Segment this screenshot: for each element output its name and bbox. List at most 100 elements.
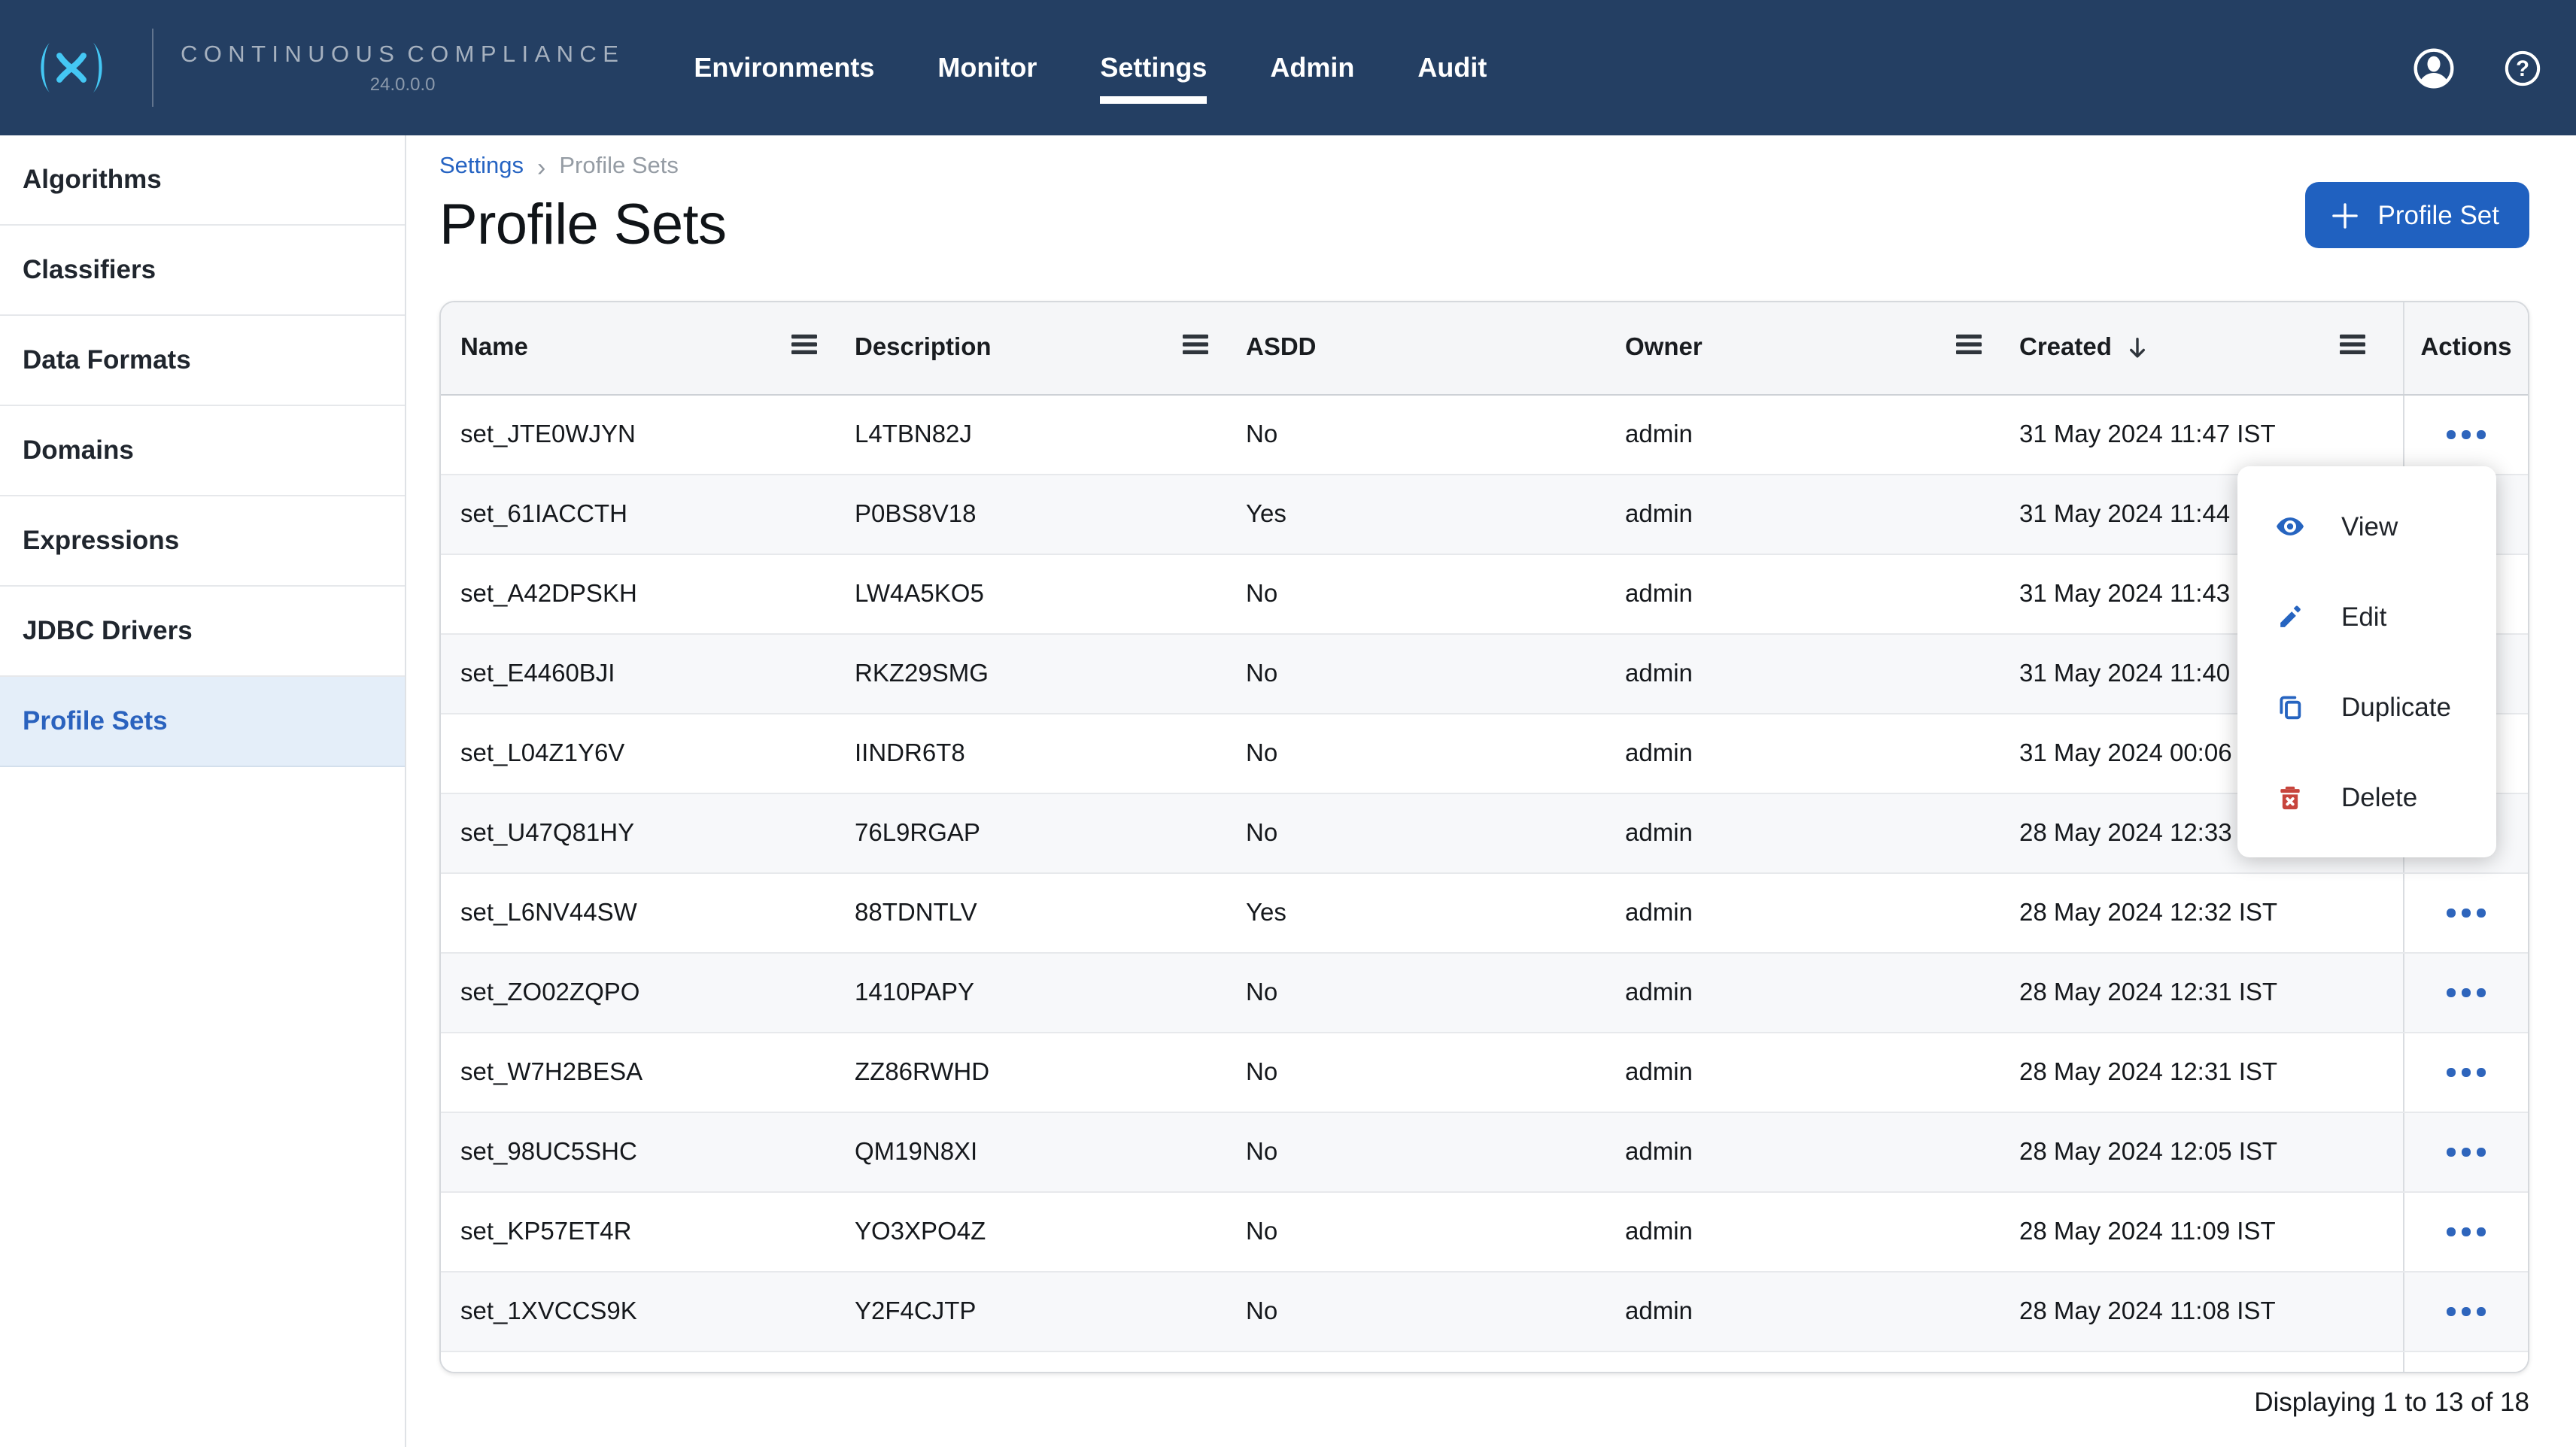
row-actions-button[interactable] [2438,980,2495,1006]
cell-actions [2403,1273,2528,1351]
column-label: Description [855,334,992,363]
menu-item-label: Duplicate [2341,691,2451,723]
cell-owner: admin [1625,739,2019,768]
menu-item-view[interactable]: View [2237,481,2496,572]
cell-asdd: No [1246,580,1625,608]
cell-name: set_61IACCTH [441,500,855,529]
menu-item-duplicate[interactable]: Duplicate [2237,662,2496,752]
table-row[interactable]: set_JTE0WJYN L4TBN82J No admin 31 May 20… [441,396,2528,475]
nav-item-admin[interactable]: Admin [1270,0,1354,135]
cell-description: 88TDNTLV [855,899,1246,927]
menu-item-label: Edit [2341,601,2386,632]
sidebar-item-algorithms[interactable]: Algorithms [0,135,405,226]
sidebar-item-data-formats[interactable]: Data Formats [0,316,405,406]
nav-item-label: Settings [1100,52,1207,83]
sidebar-item-profile-sets[interactable]: Profile Sets [0,677,405,767]
column-menu-icon[interactable] [1183,334,1208,363]
table-row[interactable]: set_1XVCCS9K Y2F4CJTP No admin 28 May 20… [441,1273,2528,1352]
cell-owner: admin [1625,899,2019,927]
column-header-owner[interactable]: Owner [1625,334,2019,363]
cell-asdd: No [1246,1058,1625,1087]
table-row[interactable]: set_A42DPSKH LW4A5KO5 No admin 31 May 20… [441,555,2528,635]
pagination-status: Displaying 1 to 13 of 18 [439,1387,2529,1418]
column-menu-icon[interactable] [2340,334,2365,363]
cell-asdd: No [1246,1218,1625,1246]
profile-sets-table: Name Description ASDD Owner Created [439,301,2529,1373]
add-profile-set-button[interactable]: Profile Set [2306,182,2529,248]
cell-asdd: No [1246,978,1625,1007]
row-actions-button[interactable] [2438,1139,2495,1166]
cell-actions [2403,1113,2528,1191]
copy-icon [2275,690,2305,724]
column-header-actions: Actions [2403,302,2528,394]
column-header-name[interactable]: Name [441,334,855,363]
column-header-description[interactable]: Description [855,334,1246,363]
menu-item-edit[interactable]: Edit [2237,572,2496,662]
table-row[interactable]: set_61IACCTH P0BS8V18 Yes admin 31 May 2… [441,475,2528,555]
cell-owner: admin [1625,1058,2019,1087]
brand-logo: CONTINUOUS COMPLIANCE 24.0.0.0 [0,29,624,107]
sidebar-item-classifiers[interactable]: Classifiers [0,226,405,316]
nav-item-monitor[interactable]: Monitor [937,0,1037,135]
cell-actions [2403,874,2528,952]
topbar-right-actions: ? [2410,44,2576,91]
cell-actions [2403,1193,2528,1271]
brand-line1: CONTINUOUS [181,42,400,68]
top-navigation-bar: CONTINUOUS COMPLIANCE 24.0.0.0 Environme… [0,0,2576,135]
svg-text:?: ? [2516,56,2529,80]
nav-item-settings[interactable]: Settings [1100,0,1207,135]
sidebar-item-jdbc-drivers[interactable]: JDBC Drivers [0,587,405,677]
nav-item-environments[interactable]: Environments [694,0,874,135]
row-actions-button[interactable] [2438,1299,2495,1325]
nav-item-audit[interactable]: Audit [1417,0,1487,135]
cell-owner: admin [1625,1138,2019,1166]
cell-asdd: No [1246,739,1625,768]
user-avatar-icon[interactable] [2410,44,2457,91]
table-row[interactable]: set_L04Z1Y6V IINDR6T8 No admin 31 May 20… [441,714,2528,794]
sidebar-item-expressions[interactable]: Expressions [0,496,405,587]
cell-owner: admin [1625,500,2019,529]
breadcrumb-settings-link[interactable]: Settings [439,153,524,180]
row-actions-button[interactable] [2438,422,2495,448]
breadcrumb: Settings › Profile Sets [439,153,2529,180]
cell-created: 28 May 2024 12:32 IST [2019,899,2403,927]
nav-item-label: Monitor [937,52,1037,83]
table-row[interactable]: set_W7H2BESA ZZ86RWHD No admin 28 May 20… [441,1033,2528,1113]
cell-description: RKZ29SMG [855,660,1246,688]
cell-description: P0BS8V18 [855,500,1246,529]
row-actions-context-menu: View Edit Duplicate Delete [2237,466,2496,857]
cell-asdd: No [1246,660,1625,688]
table-row[interactable]: set_ZO02ZQPO 1410PAPY No admin 28 May 20… [441,954,2528,1033]
table-row[interactable]: set_U47Q81HY 76L9RGAP No admin 28 May 20… [441,794,2528,874]
column-menu-icon[interactable] [1956,334,1982,363]
cell-owner: admin [1625,1297,2019,1326]
column-header-asdd[interactable]: ASDD [1246,334,1625,363]
sort-desc-arrow-icon [2125,334,2151,363]
column-header-created[interactable]: Created [2019,334,2403,363]
column-label: Name [460,334,528,363]
menu-item-delete[interactable]: Delete [2237,752,2496,842]
row-actions-button[interactable] [2438,900,2495,927]
column-label: Owner [1625,334,1703,363]
app-version: 24.0.0.0 [181,74,624,95]
plus-icon [2330,199,2362,231]
row-actions-button[interactable] [2438,1219,2495,1245]
table-row[interactable]: set_KP57ET4R YO3XPO4Z No admin 28 May 20… [441,1193,2528,1273]
table-row[interactable]: set_L6NV44SW 88TDNTLV Yes admin 28 May 2… [441,874,2528,954]
table-row[interactable]: set_E4460BJI RKZ29SMG No admin 31 May 20… [441,635,2528,714]
cell-created: 28 May 2024 11:08 IST [2019,1297,2403,1326]
table-row[interactable]: set_98UC5SHC QM19N8XI No admin 28 May 20… [441,1113,2528,1193]
cell-description: Y2F4CJTP [855,1297,1246,1326]
breadcrumb-current: Profile Sets [559,153,679,180]
sidebar-item-domains[interactable]: Domains [0,406,405,496]
sidebar-item-label: Profile Sets [23,705,168,737]
row-actions-button[interactable] [2438,1060,2495,1086]
cell-owner: admin [1625,1218,2019,1246]
cell-created: 28 May 2024 11:09 IST [2019,1218,2403,1246]
help-icon[interactable]: ? [2502,47,2543,88]
sidebar-item-label: Data Formats [23,344,191,376]
column-menu-icon[interactable] [791,334,817,363]
cell-description: 1410PAPY [855,978,1246,1007]
cell-name: set_JTE0WJYN [441,420,855,449]
cell-created: 28 May 2024 12:05 IST [2019,1138,2403,1166]
